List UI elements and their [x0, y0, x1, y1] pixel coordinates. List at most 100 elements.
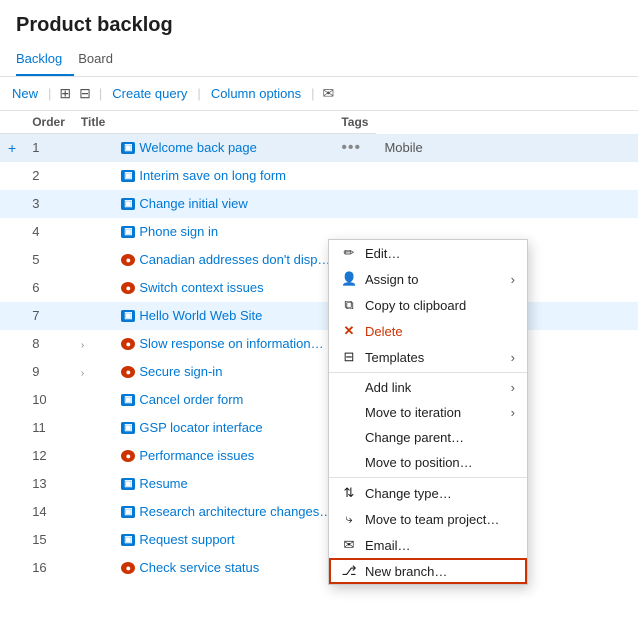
tab-backlog[interactable]: Backlog — [16, 45, 74, 76]
cm-item-label: Add link — [365, 380, 411, 395]
item-link[interactable]: ▣Cancel order form — [121, 392, 325, 407]
row-expand-col — [73, 470, 113, 498]
item-link[interactable]: ▣Hello World Web Site — [121, 308, 325, 323]
row-title[interactable]: ▣Cancel order form — [113, 386, 333, 414]
row-title[interactable]: ●Switch context issues — [113, 274, 333, 302]
column-options-button[interactable]: Column options — [207, 84, 305, 103]
cm-item-email[interactable]: ✉Email… — [329, 532, 527, 558]
cm-item-copytoclipboard[interactable]: ⧉Copy to clipboard — [329, 292, 527, 318]
table-row[interactable]: 12●Performance issues — [0, 442, 638, 470]
cm-item-movetoteamproject[interactable]: ⤷Move to team project… — [329, 506, 527, 532]
row-title[interactable]: ●Secure sign-in — [113, 358, 333, 386]
item-link[interactable]: ●Slow response on information… — [121, 336, 325, 351]
tab-board[interactable]: Board — [78, 45, 125, 76]
table-row[interactable]: 13▣Resume — [0, 470, 638, 498]
row-title[interactable]: ▣Interim save on long form — [113, 162, 333, 190]
row-expand-col — [73, 246, 113, 274]
row-order: 11 — [24, 414, 73, 442]
cm-item-templates[interactable]: ⊟Templates — [329, 344, 527, 370]
row-more[interactable]: ••• — [333, 134, 376, 162]
row-title[interactable]: ▣Request support — [113, 526, 333, 554]
add-plus-icon[interactable]: + — [8, 140, 16, 156]
table-row[interactable]: 5●Canadian addresses don't disp… — [0, 246, 638, 274]
row-title[interactable]: ▣GSP locator interface — [113, 414, 333, 442]
expand-arrow-icon[interactable]: › — [81, 368, 84, 379]
cm-item-label: Move to iteration — [365, 405, 461, 420]
table-row[interactable]: 16 ●Check service status — [0, 554, 638, 582]
col-order: Order — [24, 111, 73, 134]
item-link[interactable]: ▣Request support — [121, 532, 325, 547]
cm-item-movetoposition[interactable]: Move to position… — [329, 450, 527, 475]
table-row[interactable]: 2 ▣Interim save on long form — [0, 162, 638, 190]
cm-item-movetoiteration[interactable]: Move to iteration — [329, 400, 527, 425]
table-row[interactable]: 11 ▣GSP locator interface — [0, 414, 638, 442]
create-query-button[interactable]: Create query — [108, 84, 191, 103]
col-more — [113, 111, 333, 134]
item-link[interactable]: ▣Phone sign in — [121, 224, 325, 239]
cm-item-changeparent[interactable]: Change parent… — [329, 425, 527, 450]
add-icon[interactable]: ⊞ — [57, 83, 73, 104]
item-link[interactable]: ●Canadian addresses don't disp… — [121, 252, 325, 267]
item-link[interactable]: ●Switch context issues — [121, 280, 325, 295]
row-title[interactable]: ●Canadian addresses don't disp… — [113, 246, 333, 274]
story-icon: ▣ — [121, 170, 135, 182]
expand-arrow-icon[interactable]: › — [81, 340, 84, 351]
item-link[interactable]: ▣Resume — [121, 476, 325, 491]
cm-item-changetype[interactable]: ⇅Change type… — [329, 480, 527, 506]
table-row[interactable]: 4▣Phone sign in — [0, 218, 638, 246]
row-more[interactable] — [333, 190, 376, 218]
row-add-col — [0, 526, 24, 554]
row-title[interactable]: ●Performance issues — [113, 442, 333, 470]
row-add-col — [0, 330, 24, 358]
row-title[interactable]: ▣Welcome back page — [113, 134, 333, 162]
sep3: | — [197, 86, 200, 101]
row-tags — [376, 190, 638, 218]
row-title[interactable]: ●Check service status — [113, 554, 333, 582]
row-add-col — [0, 358, 24, 386]
row-order: 3 — [24, 190, 73, 218]
table-row[interactable]: 6●Switch context issues — [0, 274, 638, 302]
cm-item-assignto[interactable]: 👤 Assign to — [329, 266, 527, 292]
more-dots-button[interactable]: ••• — [341, 139, 361, 156]
item-link[interactable]: ●Check service status — [121, 560, 325, 575]
cm-item-label: Assign to — [365, 272, 418, 287]
table-row[interactable]: 8›●Slow response on information… — [0, 330, 638, 358]
row-title[interactable]: ●Slow response on information… — [113, 330, 333, 358]
table-row[interactable]: 3 ▣Change initial view — [0, 190, 638, 218]
cm-branch-icon: ⎇ — [341, 563, 357, 579]
cm-item-addlink[interactable]: Add link — [329, 375, 527, 400]
cm-assign-icon: 👤 — [341, 271, 357, 287]
row-title[interactable]: ▣Change initial view — [113, 190, 333, 218]
row-more[interactable] — [333, 162, 376, 190]
row-order: 16 — [24, 554, 73, 582]
table-row[interactable]: +1▣Welcome back page•••Mobile — [0, 134, 638, 162]
table-row[interactable]: 7▣Hello World Web Site — [0, 302, 638, 330]
item-link[interactable]: ▣Research architecture changes… — [121, 504, 325, 519]
item-link[interactable]: ▣GSP locator interface — [121, 420, 325, 435]
item-link[interactable]: ▣Welcome back page — [121, 140, 325, 155]
col-title: Title — [73, 111, 113, 134]
row-order: 2 — [24, 162, 73, 190]
row-title[interactable]: ▣Research architecture changes… — [113, 498, 333, 526]
email-icon[interactable]: ✉ — [321, 83, 337, 104]
item-link[interactable]: ▣Interim save on long form — [121, 168, 325, 183]
item-link[interactable]: ▣Change initial view — [121, 196, 325, 211]
bug-icon: ● — [121, 366, 135, 378]
row-title[interactable]: ▣Hello World Web Site — [113, 302, 333, 330]
item-link[interactable]: ●Performance issues — [121, 448, 325, 463]
table-row[interactable]: 9›●Secure sign-in — [0, 358, 638, 386]
item-link[interactable]: ●Secure sign-in — [121, 364, 325, 379]
new-button[interactable]: New — [8, 84, 42, 103]
cm-item-delete[interactable]: ✕Delete — [329, 318, 527, 344]
table-row[interactable]: 15▣Request support — [0, 526, 638, 554]
table-row[interactable]: 14▣Research architecture changes… — [0, 498, 638, 526]
collapse-icon[interactable]: ⊟ — [77, 83, 93, 104]
table-row[interactable]: 10▣Cancel order form — [0, 386, 638, 414]
cm-item-newbranch[interactable]: ⎇New branch… — [329, 558, 527, 584]
row-expand-col[interactable]: › — [73, 330, 113, 358]
cm-item-label: Templates — [365, 350, 424, 365]
cm-item-edit[interactable]: ✏Edit… — [329, 240, 527, 266]
row-title[interactable]: ▣Resume — [113, 470, 333, 498]
row-expand-col[interactable]: › — [73, 358, 113, 386]
row-title[interactable]: ▣Phone sign in — [113, 218, 333, 246]
